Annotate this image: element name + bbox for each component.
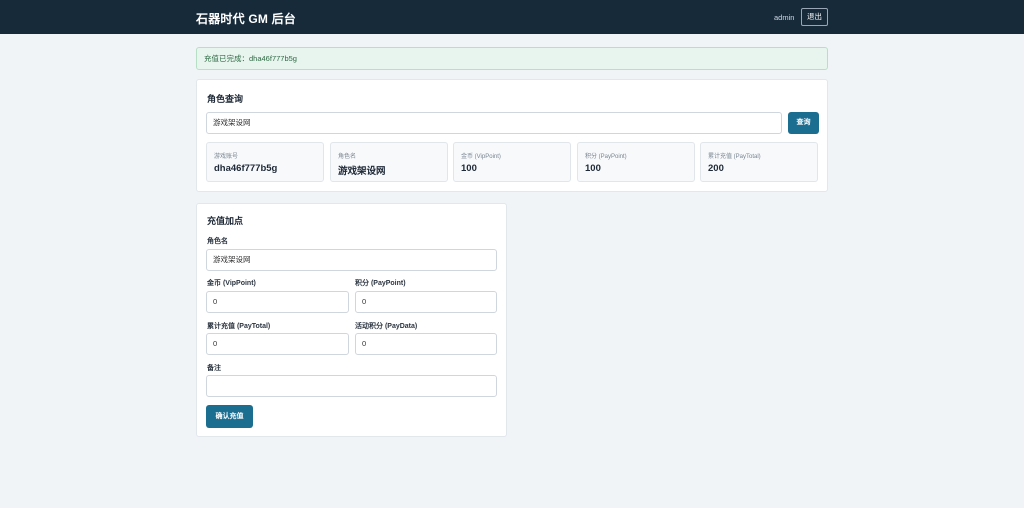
- stat-value: 200: [708, 163, 724, 174]
- role-search-input[interactable]: 游戏架设网: [206, 112, 782, 134]
- role-name-input[interactable]: 游戏架设网: [206, 249, 497, 271]
- pay-point-label: 积分 (PayPoint): [355, 280, 406, 287]
- note-input[interactable]: [206, 375, 497, 397]
- stat-pay-total: 累计充值 (PayTotal) 200: [700, 142, 818, 182]
- stat-account: 游戏账号 dha46f777b5g: [206, 142, 324, 182]
- stat-value: dha46f777b5g: [214, 163, 278, 174]
- note-label: 备注: [207, 365, 221, 372]
- top-navbar: 石器时代 GM 后台 admin 退出: [0, 0, 1024, 34]
- stat-pay-point: 积分 (PayPoint) 100: [577, 142, 695, 182]
- pay-data-label: 活动积分 (PayData): [355, 323, 418, 330]
- current-user: admin: [774, 13, 795, 22]
- stat-value: 100: [585, 163, 601, 174]
- recharge-title: 充值加点: [207, 216, 244, 226]
- pay-total-label: 累计充值 (PayTotal): [207, 323, 271, 330]
- logout-button[interactable]: 退出: [801, 8, 828, 26]
- stat-label: 金币 (VipPoint): [461, 154, 501, 160]
- app-title: 石器时代 GM 后台: [196, 12, 296, 26]
- pay-data-input[interactable]: 0: [355, 333, 497, 355]
- pay-point-input[interactable]: 0: [355, 291, 497, 313]
- stat-value: 100: [461, 163, 477, 174]
- role-query-card: 角色查询 游戏架设网 查询 游戏账号 dha46f777b5g 角色名 游戏架设…: [196, 79, 828, 192]
- search-button[interactable]: 查询: [788, 112, 819, 134]
- success-alert: 充值已完成：dha46f777b5g: [196, 47, 828, 70]
- stat-vip-point: 金币 (VipPoint) 100: [453, 142, 571, 182]
- stat-value: 游戏架设网: [338, 166, 386, 177]
- vip-point-label: 金币 (VipPoint): [207, 280, 256, 287]
- recharge-card: 充值加点 角色名 游戏架设网 金币 (VipPoint) 0 积分 (PayPo…: [196, 203, 507, 437]
- confirm-recharge-button[interactable]: 确认充值: [206, 405, 253, 428]
- vip-point-input[interactable]: 0: [206, 291, 349, 313]
- stat-role-name: 角色名 游戏架设网: [330, 142, 448, 182]
- stat-label: 积分 (PayPoint): [585, 154, 627, 160]
- pay-total-input[interactable]: 0: [206, 333, 349, 355]
- stat-label: 角色名: [338, 154, 357, 160]
- role-query-title: 角色查询: [207, 94, 244, 104]
- role-name-label: 角色名: [207, 238, 228, 245]
- stat-label: 游戏账号: [214, 154, 239, 160]
- stat-label: 累计充值 (PayTotal): [708, 154, 761, 160]
